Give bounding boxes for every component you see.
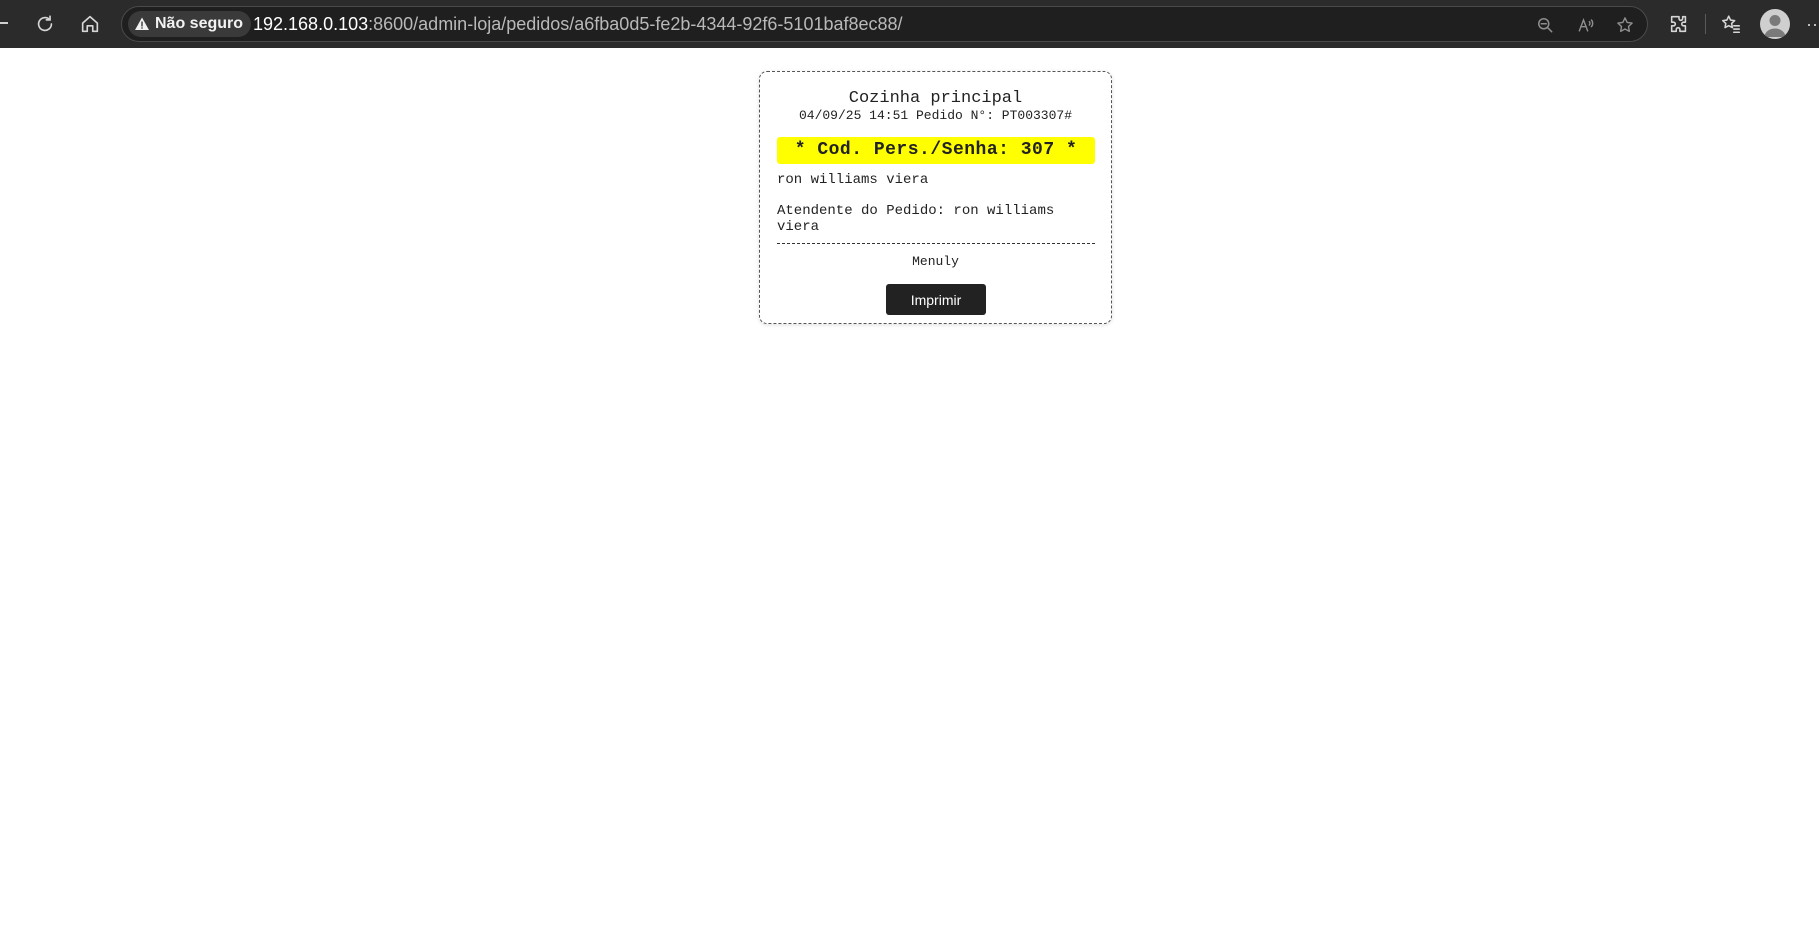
receipt-title: Cozinha principal <box>848 89 1023 108</box>
favorite-star-icon[interactable] <box>1611 11 1639 39</box>
toolbar-divider <box>1705 14 1706 34</box>
reload-icon[interactable] <box>29 8 61 40</box>
url-host: 192.168.0.103 <box>253 14 369 34</box>
order-receipt: Cozinha principal 04/09/25 14:51 Pedido … <box>759 71 1112 324</box>
more-icon[interactable]: ·· <box>1806 8 1819 40</box>
security-label: Não seguro <box>155 15 244 32</box>
print-button[interactable]: Imprimir <box>886 284 986 315</box>
read-aloud-icon[interactable] <box>1572 11 1600 39</box>
zoom-icon[interactable] <box>1531 11 1559 39</box>
url-text[interactable]: 192.168.0.103:8600/admin-loja/pedidos/a6… <box>253 7 903 41</box>
warning-icon <box>135 17 149 30</box>
password-code: * Cod. Pers./Senha: 307 * <box>777 137 1095 164</box>
extensions-icon[interactable] <box>1663 8 1695 40</box>
receipt-footer: Menuly <box>912 254 959 269</box>
order-attendant: Atendente do Pedido: ron williams viera <box>777 203 1055 235</box>
browser-toolbar: Não seguro 192.168.0.103:8600/admin-loja… <box>0 0 1819 48</box>
customer-name: ron williams viera <box>777 172 929 188</box>
receipt-meta: 04/09/25 14:51 Pedido N°: PT003307# <box>798 108 1073 123</box>
url-path: :8600/admin-loja/pedidos/a6fba0d5-fe2b-4… <box>368 14 903 34</box>
receipt-divider <box>777 243 1095 244</box>
security-indicator[interactable]: Não seguro <box>128 11 252 37</box>
home-icon[interactable] <box>74 8 106 40</box>
profile-avatar[interactable] <box>1760 9 1790 39</box>
back-icon[interactable] <box>0 22 8 24</box>
address-bar[interactable]: Não seguro 192.168.0.103:8600/admin-loja… <box>121 6 1648 42</box>
favorites-icon[interactable] <box>1715 8 1747 40</box>
